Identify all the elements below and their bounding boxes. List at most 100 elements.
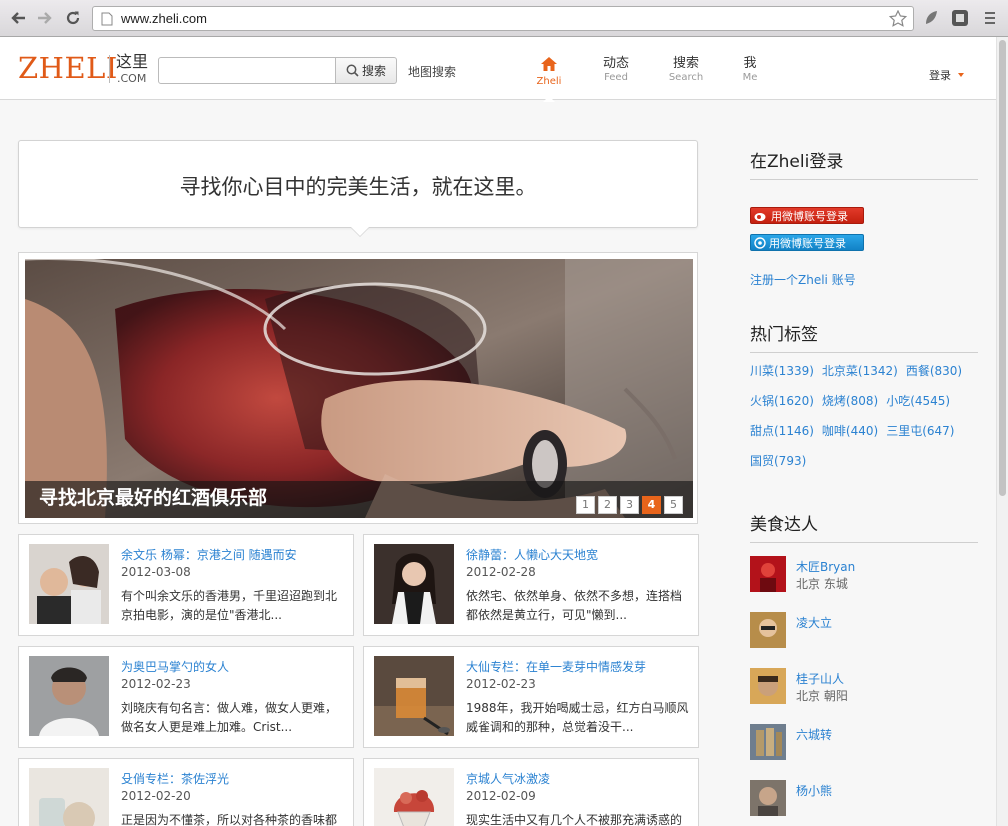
- wrench-menu-icon[interactable]: [982, 8, 998, 28]
- article-date: 2012-02-09: [466, 789, 536, 803]
- slide-caption[interactable]: 寻找北京最好的红酒俱乐部: [39, 483, 267, 510]
- article-card[interactable]: 京城人气冰激凌 2012-02-09 现实生活中又有几个人不被那充满诱惑的: [363, 758, 699, 826]
- slider-page-1[interactable]: 1: [576, 496, 595, 514]
- article-card[interactable]: 余文乐 杨幂：京港之间 随遇而安 2012-03-08 有个叫余文乐的香港男，千…: [18, 534, 354, 636]
- article-thumbnail[interactable]: [29, 656, 109, 736]
- weibo-login-button[interactable]: 用微博账号登录: [750, 207, 864, 224]
- tab-me-cn: 我: [743, 56, 757, 71]
- expert-name[interactable]: 凌大立: [796, 614, 832, 631]
- feature-slider[interactable]: 寻找北京最好的红酒俱乐部 1 2 3 4 5: [18, 252, 698, 524]
- scrollbar-thumb[interactable]: [999, 40, 1006, 496]
- active-tab-pointer: [543, 95, 555, 102]
- page-viewport: ZHELI 这里 .COM 搜索 地图搜索 Zheli 动态 Feed 搜索 S…: [0, 37, 996, 826]
- article-title[interactable]: 京城人气冰激凌: [466, 770, 550, 787]
- expert-item[interactable]: 六城转: [750, 724, 980, 764]
- tag-link[interactable]: 北京菜(1342): [822, 364, 898, 378]
- hot-tags-list: 川菜(1339) 北京菜(1342) 西餐(830) 火锅(1620) 烧烤(808)…: [750, 362, 980, 482]
- article-title[interactable]: 余文乐 杨幂：京港之间 随遇而安: [121, 546, 297, 563]
- tag-link[interactable]: 甜点(1146): [750, 424, 814, 438]
- tab-search-cn: 搜索: [672, 56, 699, 71]
- tagline-text: 寻找你心目中的完美生活，就在这里。: [179, 175, 537, 199]
- reload-button[interactable]: [62, 8, 84, 28]
- login-link[interactable]: 登录: [929, 67, 951, 83]
- back-arrow-icon: [11, 12, 25, 24]
- expert-item[interactable]: 木匠Bryan 北京 东城: [750, 556, 980, 596]
- tab-feed-en: Feed: [604, 72, 628, 83]
- tag-link[interactable]: 国贸(793): [750, 454, 806, 468]
- tab-search[interactable]: 搜索 Search: [664, 56, 708, 84]
- tab-feed[interactable]: 动态 Feed: [594, 56, 638, 84]
- expert-item[interactable]: 凌大立: [750, 612, 980, 652]
- tag-link[interactable]: 川菜(1339): [750, 364, 814, 378]
- tag-link[interactable]: 三里屯(647): [886, 424, 954, 438]
- extension-leaf-icon[interactable]: [921, 8, 941, 28]
- expert-name[interactable]: 杨小熊: [796, 782, 832, 799]
- tag-link[interactable]: 小吃(4545): [886, 394, 950, 408]
- tag-link[interactable]: 烧烤(808): [822, 394, 878, 408]
- article-title[interactable]: 殳俏专栏：茶佐浮光: [121, 770, 229, 787]
- avatar[interactable]: [750, 668, 786, 704]
- logo-divider: [109, 55, 110, 83]
- avatar[interactable]: [750, 612, 786, 648]
- article-card[interactable]: 殳俏专栏：茶佐浮光 2012-02-20 正是因为不懂茶，所以对各种茶的香味都: [18, 758, 354, 826]
- tagline-box: 寻找你心目中的完美生活，就在这里。: [18, 140, 698, 228]
- article-title[interactable]: 为奥巴马掌勺的女人: [121, 658, 229, 675]
- article-title[interactable]: 徐静蕾：人懒心大天地宽: [466, 546, 598, 563]
- search-button-label: 搜索: [361, 64, 386, 78]
- tab-zheli[interactable]: Zheli: [527, 56, 571, 88]
- address-bar[interactable]: www.zheli.com: [92, 6, 914, 31]
- article-title[interactable]: 大仙专栏：在单一麦芽中情感发芽: [466, 658, 646, 675]
- map-search-link[interactable]: 地图搜索: [408, 63, 456, 80]
- expert-name[interactable]: 木匠Bryan: [796, 558, 855, 575]
- url-text: www.zheli.com: [121, 11, 207, 26]
- expert-item[interactable]: 桂子山人 北京 朝阳: [750, 668, 980, 708]
- browser-toolbar: www.zheli.com: [0, 0, 1008, 37]
- register-link[interactable]: 注册一个Zheli 账号: [750, 271, 856, 288]
- article-card[interactable]: 为奥巴马掌勺的女人 2012-02-23 刘晓庆有句名言：做人难，做女人更难，做…: [18, 646, 354, 748]
- extension-evernote-icon[interactable]: [950, 8, 970, 28]
- logo[interactable]: ZHELI: [18, 51, 118, 85]
- search-button[interactable]: 搜索: [336, 57, 397, 84]
- tag-link[interactable]: 火锅(1620): [750, 394, 814, 408]
- avatar[interactable]: [750, 724, 786, 760]
- page-icon: [101, 12, 113, 26]
- article-thumbnail[interactable]: [29, 768, 109, 826]
- expert-name[interactable]: 六城转: [796, 726, 832, 743]
- home-icon: [541, 57, 557, 71]
- bookmark-star-icon[interactable]: [889, 10, 907, 27]
- slider-page-2[interactable]: 2: [598, 496, 617, 514]
- article-thumbnail[interactable]: [374, 768, 454, 826]
- expert-name[interactable]: 桂子山人: [796, 670, 844, 687]
- article-excerpt: 刘晓庆有句名言：做人难，做女人更难，做名女人更是难上加难。Crist...: [121, 701, 338, 734]
- article-date: 2012-03-08: [121, 565, 191, 579]
- article-excerpt: 1988年，我开始喝威士忌，红方白马顺风威雀调和的那种，总觉着没干...: [466, 701, 689, 734]
- expert-location: 北京 朝阳: [796, 689, 848, 703]
- slider-page-5[interactable]: 5: [664, 496, 683, 514]
- expert-item[interactable]: 杨小熊: [750, 780, 980, 820]
- article-thumbnail[interactable]: [374, 544, 454, 624]
- slide-image[interactable]: 寻找北京最好的红酒俱乐部 1 2 3 4 5: [25, 259, 693, 518]
- article-card[interactable]: 大仙专栏：在单一麦芽中情感发芽 2012-02-23 1988年，我开始喝威士忌…: [363, 646, 699, 748]
- tagline-pointer-inner: [351, 227, 369, 236]
- article-thumbnail[interactable]: [29, 544, 109, 624]
- forward-button[interactable]: [34, 8, 56, 28]
- chevron-down-icon[interactable]: [958, 73, 964, 77]
- slider-page-3[interactable]: 3: [620, 496, 639, 514]
- article-excerpt: 依然宅、依然单身、依然不多想，连搭档都依然是黄立行，可见"懒到...: [466, 589, 683, 622]
- back-button[interactable]: [7, 8, 29, 28]
- tab-me[interactable]: 我 Me: [728, 56, 772, 84]
- slider-pager: 1 2 3 4 5: [576, 496, 683, 514]
- slider-page-4[interactable]: 4: [642, 496, 661, 514]
- article-thumbnail[interactable]: [374, 656, 454, 736]
- article-date: 2012-02-23: [466, 677, 536, 691]
- search-input[interactable]: [158, 57, 336, 84]
- article-card[interactable]: 徐静蕾：人懒心大天地宽 2012-02-28 依然宅、依然单身、依然不多想，连搭…: [363, 534, 699, 636]
- article-date: 2012-02-23: [121, 677, 191, 691]
- avatar[interactable]: [750, 556, 786, 592]
- avatar[interactable]: [750, 780, 786, 816]
- tag-link[interactable]: 咖啡(440): [822, 424, 878, 438]
- vertical-scrollbar[interactable]: [996, 37, 1008, 826]
- tencent-weibo-login-button[interactable]: 用微博账号登录: [750, 234, 864, 251]
- tag-link[interactable]: 西餐(830): [906, 364, 962, 378]
- expert-location: 北京 东城: [796, 577, 848, 591]
